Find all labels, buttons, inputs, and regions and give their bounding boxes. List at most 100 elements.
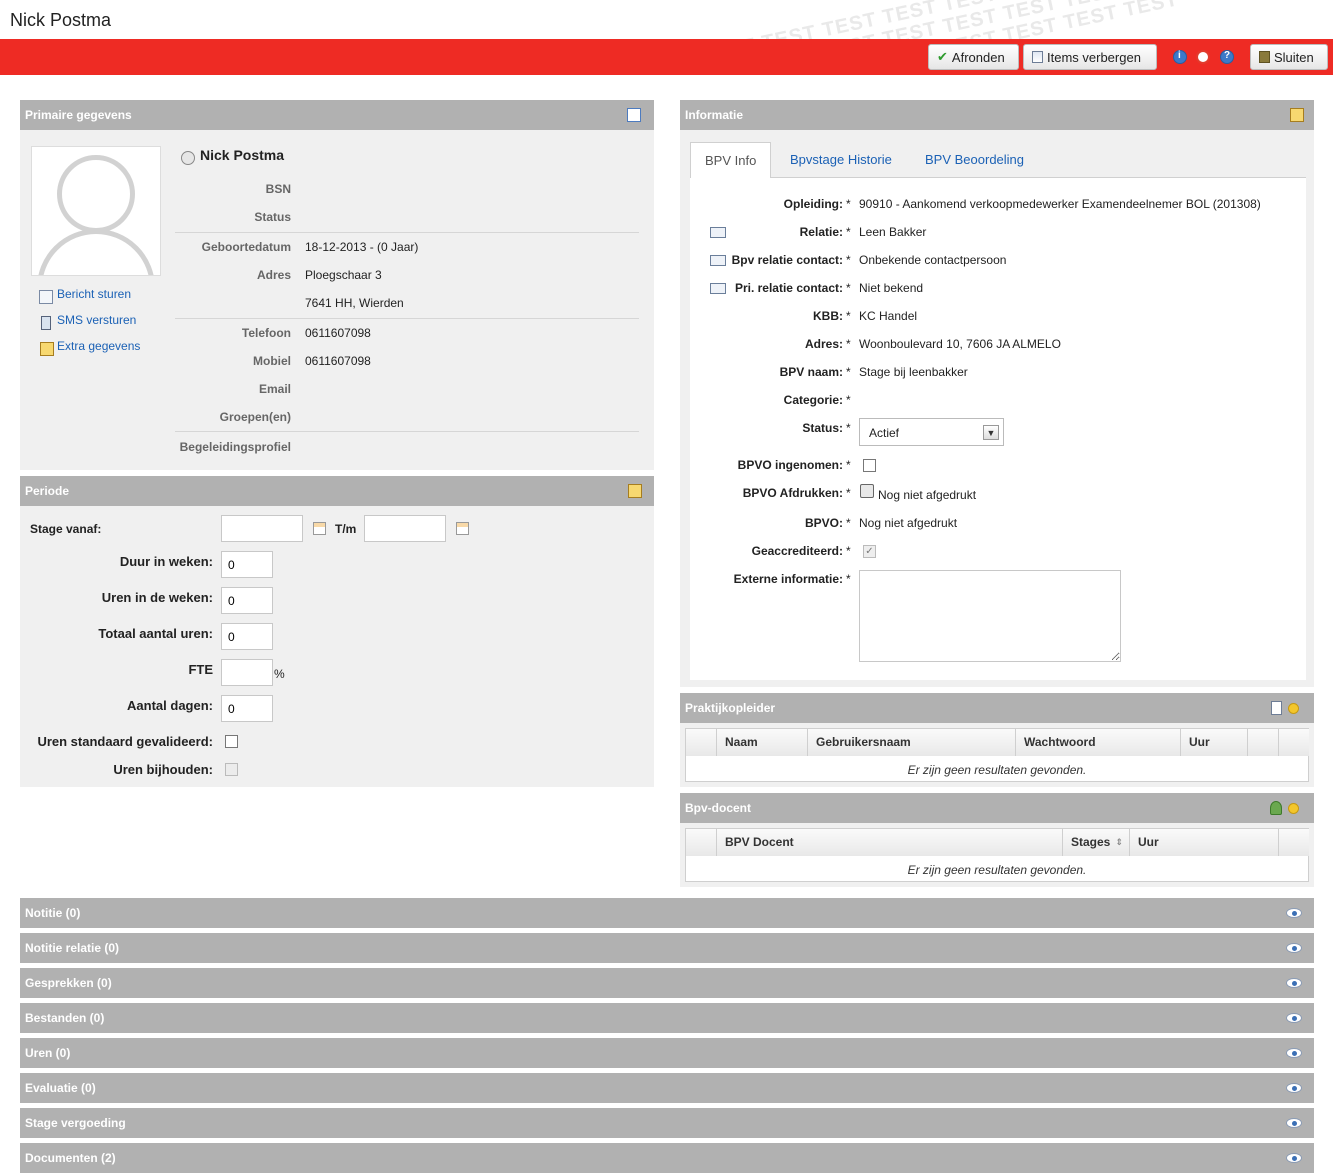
column-bpv-teacher[interactable]: BPV Docent [717,829,1063,856]
validated-checkbox[interactable] [225,735,238,748]
sort-icon[interactable]: ⇕ [1115,829,1123,856]
period-panel-header: Periode [20,476,654,506]
envelope-icon [39,290,53,304]
section-notes[interactable]: Notitie (0) [20,898,1314,928]
key-icon [181,151,195,165]
track-hours-checkbox[interactable] [225,763,238,776]
bpvo-received-checkbox[interactable] [863,459,876,472]
column-hours[interactable]: Uur [1181,729,1248,756]
status-label: Status [254,210,291,224]
duration-input[interactable] [221,551,273,578]
profile-label: Begeleidingsprofiel [179,440,291,454]
duration-label: Duur in weken: [119,554,213,569]
section-evaluation[interactable]: Evaluatie (0) [20,1073,1314,1103]
column-hours[interactable]: Uur [1130,829,1279,856]
eye-icon[interactable] [1286,978,1302,988]
person-name: Nick Postma [200,147,285,163]
folder-add-icon[interactable] [628,484,642,498]
section-internship-fee[interactable]: Stage vergoeding [20,1108,1314,1138]
bpv-name-value: Stage bij leenbakker [859,365,968,379]
tab-bpv-info[interactable]: BPV Info [690,142,772,178]
add-icon[interactable] [1288,803,1299,814]
section-conversations[interactable]: Gesprekken (0) [20,968,1314,998]
required-mark: * [846,458,851,472]
refresh-icon[interactable] [1196,50,1210,64]
required-mark: * [846,337,851,351]
folder-add-icon[interactable] [1290,108,1304,122]
email-label: Email [258,382,291,396]
chevron-down-icon[interactable]: ▼ [983,425,999,440]
help-icon[interactable]: ? [1220,50,1234,64]
end-date-input[interactable] [364,515,446,542]
info-address-label: Adres: [804,337,843,351]
column-username[interactable]: Gebruikersnaam [808,729,1016,756]
exit-icon [1259,51,1270,63]
eye-icon[interactable] [1286,1153,1302,1163]
bpvo-print-value: Nog niet afgedrukt [878,488,977,502]
column-stages[interactable]: Stages ⇕ [1063,829,1130,856]
column-name[interactable]: Naam [717,729,808,756]
required-mark: * [846,544,851,558]
eye-icon[interactable] [1286,1013,1302,1023]
section-documents[interactable]: Documenten (2) [20,1143,1314,1173]
fte-input[interactable] [221,659,273,686]
send-message-link[interactable]: Bericht sturen [57,287,131,301]
tab-bpvstage-history[interactable]: Bpvstage Historie [776,142,906,177]
info-icon[interactable]: i [1173,50,1187,64]
hide-items-button[interactable]: Items verbergen [1023,44,1157,70]
list-icon[interactable] [1271,701,1282,715]
add-icon[interactable] [1288,703,1299,714]
external-info-textarea[interactable] [859,570,1121,662]
bpvo-value: Nog niet afgedrukt [859,516,958,530]
days-input[interactable] [221,695,273,722]
eye-icon[interactable] [1286,1118,1302,1128]
printer-icon[interactable] [860,484,874,498]
status-select[interactable]: Actief ▼ [859,418,1004,446]
list-icon [1032,51,1043,63]
send-sms-link[interactable]: SMS versturen [57,313,136,327]
eye-icon[interactable] [1286,1083,1302,1093]
section-hours[interactable]: Uren (0) [20,1038,1314,1068]
info-panel-header: Informatie [680,100,1314,130]
total-hours-input[interactable] [221,623,273,650]
required-mark: * [846,365,851,379]
tab-bpv-assessment[interactable]: BPV Beoordeling [911,142,1038,177]
validated-label: Uren standaard gevalideerd: [37,734,213,749]
calendar-icon[interactable] [313,522,326,535]
kbb-value: KC Handel [859,309,918,323]
teacher-panel-header: Bpv-docent [680,793,1314,823]
close-button[interactable]: Sluiten [1250,44,1328,70]
total-hours-label: Totaal aantal uren: [98,626,213,641]
bpvo-print-label: BPVO Afdrukken: [742,486,843,500]
bpv-name-label: BPV naam: [779,365,843,379]
relation-value: Leen Bakker [859,225,927,239]
document-icon[interactable] [627,108,641,122]
relation-label: Relatie: [799,225,843,239]
users-icon[interactable] [1270,801,1282,815]
accredited-label: Geaccrediteerd: [751,544,843,558]
groups-label: Groepen(en) [219,410,291,424]
category-label: Categorie: [783,393,843,407]
eye-icon[interactable] [1286,908,1302,918]
end-date-label: T/m [335,522,357,536]
section-relation-notes[interactable]: Notitie relatie (0) [20,933,1314,963]
finish-button[interactable]: ✔ Afronden [928,44,1019,70]
hours-week-input[interactable] [221,587,273,614]
calendar-icon[interactable] [456,522,469,535]
page-title: Nick Postma [10,10,112,30]
days-label: Aantal dagen: [127,698,213,713]
extra-data-link[interactable]: Extra gegevens [57,339,140,353]
eye-icon[interactable] [1286,1048,1302,1058]
mobile-value: 0611607098 [305,354,371,368]
kbb-label: KBB: [813,309,843,323]
table-header-cell [1248,729,1279,756]
table-header-cell [686,729,717,756]
info-address-value: Woonboulevard 10, 7606 JA ALMELO [859,337,1061,351]
start-date-label: Stage vanaf: [30,522,102,536]
section-files[interactable]: Bestanden (0) [20,1003,1314,1033]
required-mark: * [846,421,851,435]
accredited-checkbox[interactable]: ✓ [863,545,876,558]
start-date-input[interactable] [221,515,303,542]
eye-icon[interactable] [1286,943,1302,953]
column-password[interactable]: Wachtwoord [1016,729,1181,756]
